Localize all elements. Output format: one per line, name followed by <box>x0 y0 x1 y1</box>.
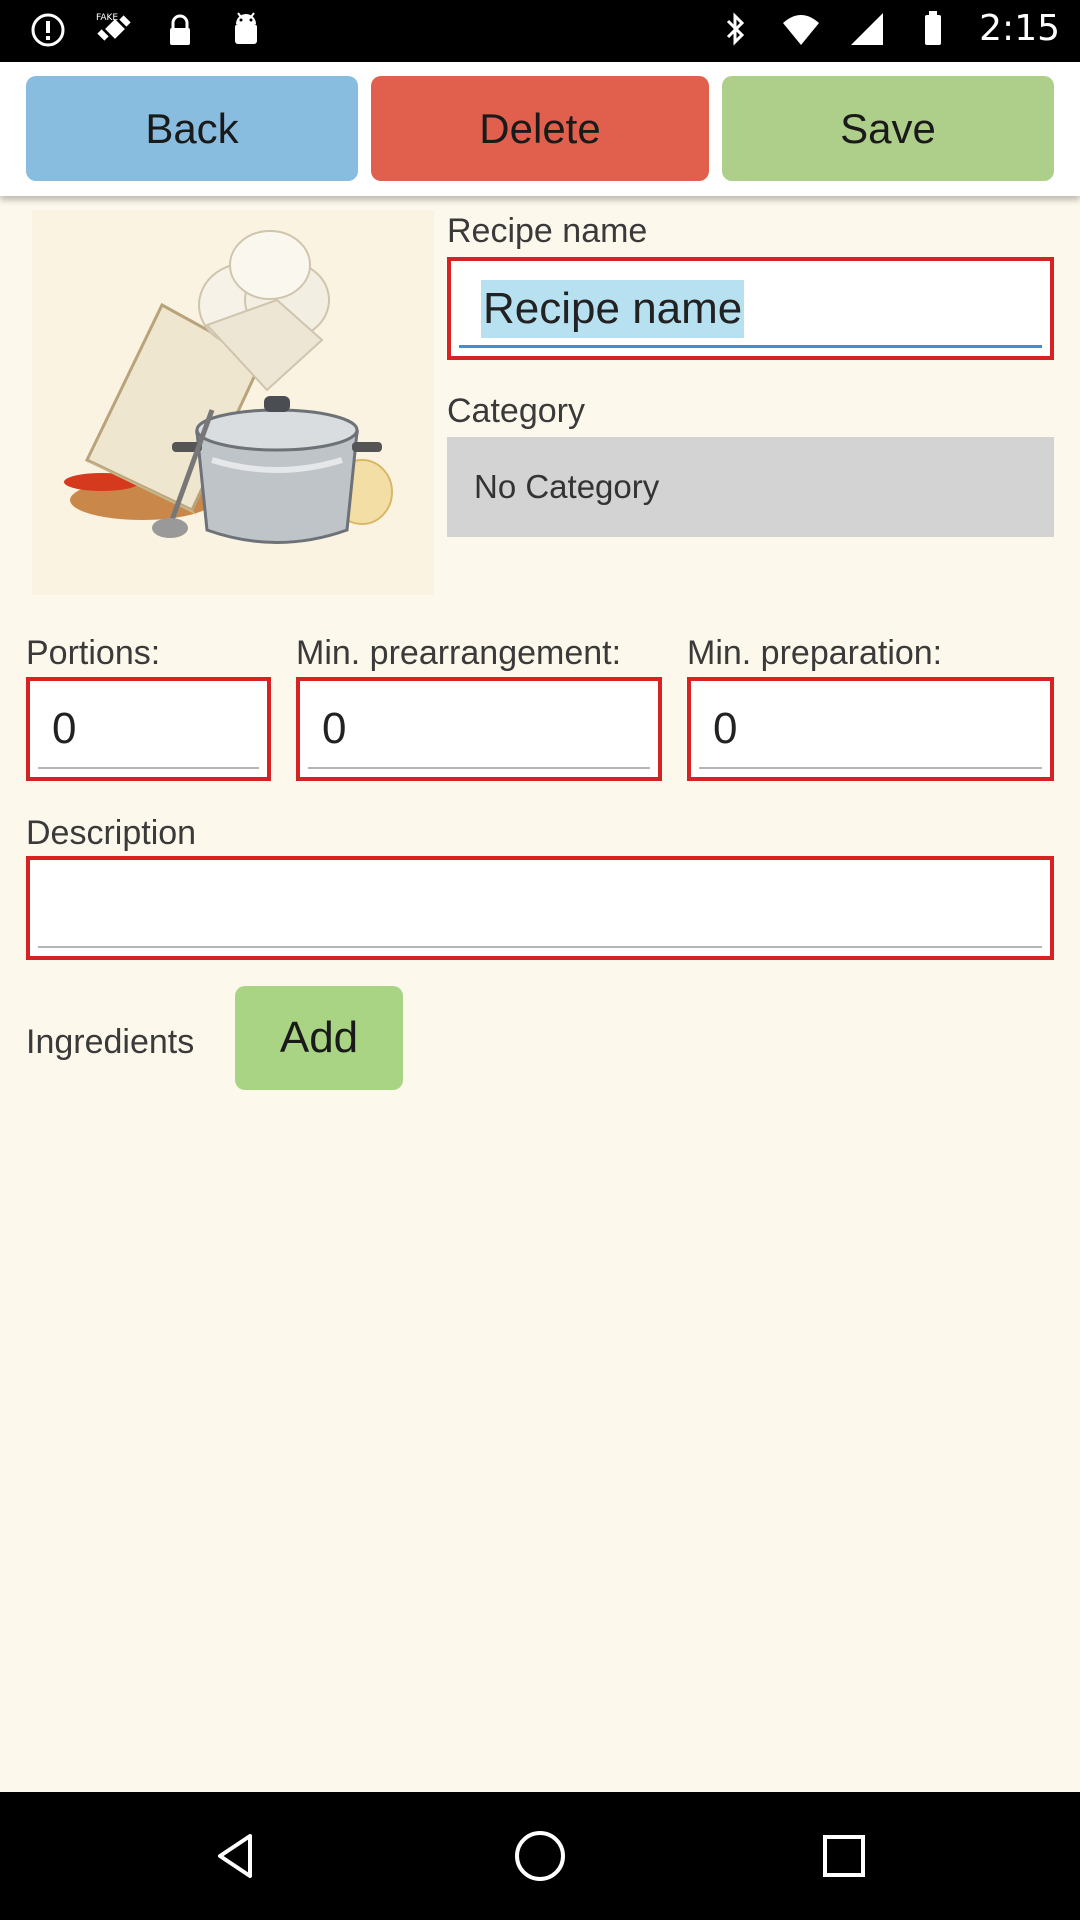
prearrangement-value: 0 <box>322 704 347 753</box>
chef-hat-cookbook-pot-icon[interactable] <box>32 210 434 595</box>
fake-gps-icon: FAKE <box>96 13 131 41</box>
portions-underline <box>38 767 259 769</box>
description-label: Description <box>26 814 197 852</box>
action-toolbar: Back Delete Save <box>0 62 1080 196</box>
ingredients-label: Ingredients <box>26 1023 195 1061</box>
description-input[interactable] <box>26 856 1054 960</box>
description-value <box>38 866 1042 950</box>
category-label: Category <box>447 392 585 430</box>
back-triangle-icon[interactable] <box>200 1820 272 1892</box>
home-circle-icon[interactable] <box>504 1820 576 1892</box>
prearrangement-underline <box>308 767 650 769</box>
preparation-label: Min. preparation: <box>687 634 943 672</box>
portions-label: Portions: <box>26 634 161 672</box>
wifi-icon <box>783 14 820 45</box>
description-underline <box>38 946 1042 948</box>
portions-value: 0 <box>52 704 77 753</box>
prearrangement-label: Min. prearrangement: <box>296 634 622 672</box>
save-button[interactable]: Save <box>722 76 1054 181</box>
battery-icon <box>925 10 942 45</box>
recipe-name-value: Recipe name <box>481 279 745 338</box>
preparation-underline <box>699 767 1042 769</box>
recipe-name-label: Recipe name <box>447 212 648 250</box>
status-time: 2:15 <box>979 8 1060 49</box>
add-ingredient-button[interactable]: Add <box>235 986 403 1090</box>
portions-input[interactable]: 0 <box>26 677 271 781</box>
lock-icon <box>170 14 190 45</box>
signal-icon <box>851 12 884 45</box>
delete-button[interactable]: Delete <box>371 76 709 181</box>
recipe-name-input[interactable]: Recipe name <box>447 257 1054 360</box>
category-select[interactable]: No Category <box>447 437 1054 537</box>
navigation-bar <box>0 1792 1080 1920</box>
bluetooth-icon <box>727 11 745 46</box>
preparation-value: 0 <box>713 704 738 753</box>
recents-square-icon[interactable] <box>808 1820 880 1892</box>
alert-circle-icon <box>31 13 65 47</box>
back-button[interactable]: Back <box>26 76 358 181</box>
svg-text:FAKE: FAKE <box>96 13 118 23</box>
preparation-input[interactable]: 0 <box>687 677 1054 781</box>
status-bar: FAKE 2:15 <box>0 0 1080 62</box>
recipe-name-underline <box>459 345 1042 348</box>
prearrangement-input[interactable]: 0 <box>296 677 662 781</box>
category-value: No Category <box>474 468 660 505</box>
android-icon <box>235 12 257 44</box>
